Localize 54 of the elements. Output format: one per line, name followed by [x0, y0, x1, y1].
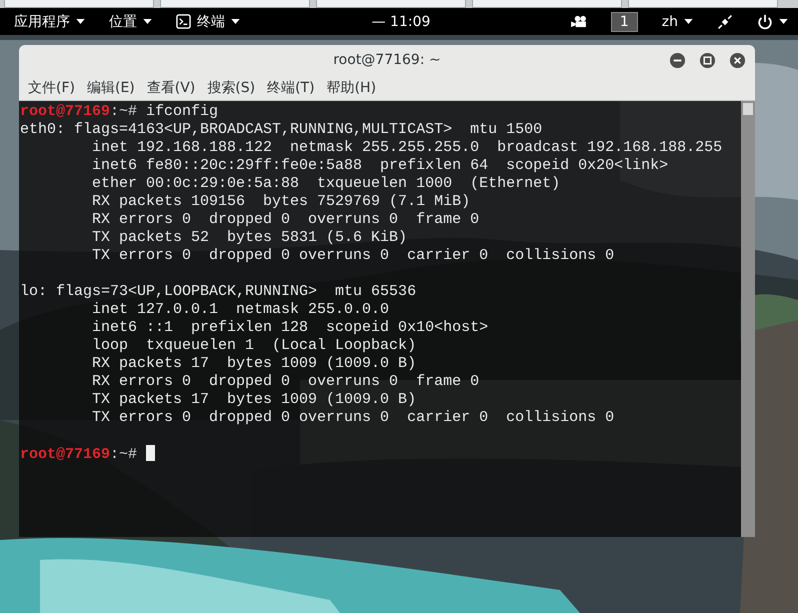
terminal-output-line: RX packets 109156 bytes 7529769 (7.1 MiB) — [91, 193, 470, 210]
pen-icon[interactable] — [716, 14, 733, 30]
window-title: root@77169: ~ — [333, 52, 441, 68]
power-icon — [756, 14, 773, 30]
terminal-output-line: RX errors 0 dropped 0 overruns 0 frame 0 — [91, 373, 480, 390]
terminal-icon — [176, 14, 191, 29]
menu-item[interactable]: 终端(T) — [266, 78, 316, 96]
terminal-output-line: ether 00:0c:29:0e:5a:88 txqueuelen 1000 (Ethernet) — [91, 175, 560, 192]
scrollbar-track[interactable] — [741, 101, 755, 537]
terminal-output-line: lo: flags=73<UP,LOOPBACK,RUNNING> mtu 65536 — [20, 283, 416, 300]
menu-item[interactable]: 查看(V) — [146, 78, 196, 96]
prompt-path: :~# — [110, 446, 138, 463]
maximize-icon[interactable] — [699, 52, 716, 69]
command-text: ifconfig — [146, 103, 218, 120]
window-thumbnail[interactable] — [4, 0, 154, 8]
terminal-output-line: TX errors 0 dropped 0 overruns 0 carrier 0 collisions 0 — [91, 247, 614, 264]
menu-item[interactable]: 编辑(E) — [86, 78, 136, 96]
menu-item[interactable]: 文件(F) — [27, 78, 76, 96]
scrollbar-thumb[interactable] — [743, 103, 753, 115]
top-bar-menu[interactable]: 应用程序 — [14, 12, 85, 30]
prompt-path: :~# — [110, 103, 138, 120]
close-icon[interactable] — [729, 52, 746, 69]
terminal-output-line: TX packets 52 bytes 5831 (5.6 KiB) — [91, 229, 408, 246]
window-thumbnail[interactable] — [316, 0, 466, 8]
menu-item[interactable]: 帮助(H) — [326, 78, 378, 96]
caret-icon — [143, 19, 152, 24]
terminal-output-line: RX packets 17 bytes 1009 (1009.0 B) — [91, 355, 416, 372]
video-camera-icon[interactable] — [570, 15, 587, 28]
caret-icon — [76, 19, 85, 24]
clock[interactable]: — 11:09 — [372, 14, 430, 30]
caret-icon — [778, 19, 788, 24]
terminal-output-line: RX errors 0 dropped 0 overruns 0 frame 0 — [91, 211, 480, 228]
window-thumbnail[interactable] — [472, 0, 622, 8]
caret-icon — [231, 19, 240, 24]
terminal-output-line: eth0: flags=4163<UP,BROADCAST,RUNNING,MULTICAST> mtu 1500 — [20, 121, 542, 138]
power-menu[interactable] — [756, 14, 788, 30]
minimize-icon[interactable] — [669, 52, 686, 69]
terminal-output-line: TX packets 17 bytes 1009 (1009.0 B) — [91, 391, 416, 408]
window-thumbnail[interactable] — [628, 0, 778, 8]
window-thumbnail[interactable] — [160, 0, 310, 8]
terminal-output-line: loop txqueuelen 1 (Local Loopback) — [91, 337, 416, 354]
terminal-output-line: inet6 ::1 prefixlen 128 scopeid 0x10<host> — [91, 319, 488, 336]
terminal-output-line: inet 127.0.0.1 netmask 255.0.0.0 — [91, 301, 390, 318]
prompt-user: root@77169 — [20, 446, 110, 463]
prompt-user: root@77169 — [20, 103, 110, 120]
top-bar-menu[interactable]: 终端 — [176, 12, 240, 30]
terminal-output-line: inet 192.168.188.122 netmask 255.255.255.0 broadcast 192.168.188.255 — [91, 139, 722, 156]
caret-icon — [684, 19, 693, 24]
top-bar-menu[interactable]: 位置 — [109, 12, 152, 30]
workspace-indicator[interactable]: 1 — [610, 12, 638, 32]
language-menu[interactable]: zh — [662, 14, 693, 30]
terminal-output-line: inet6 fe80::20c:29ff:fe0e:5a88 prefixlen 64 scopeid 0x20<link> — [91, 157, 668, 174]
terminal-output-line: TX errors 0 dropped 0 overruns 0 carrier 0 collisions 0 — [91, 409, 614, 426]
menu-item[interactable]: 搜索(S) — [206, 78, 256, 96]
